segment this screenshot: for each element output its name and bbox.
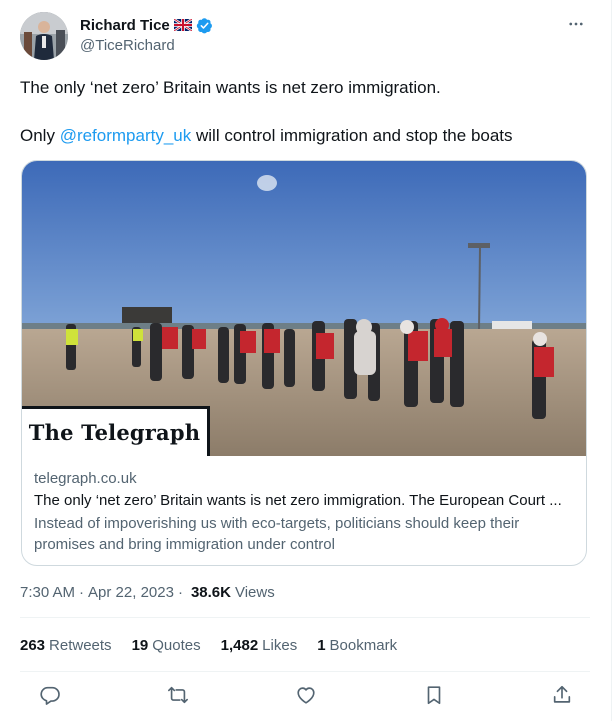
tweet-detail: Richard Tice @TiceRichard The only ‘net …	[0, 0, 612, 721]
tweet-line-2: Only @reformparty_uk will control immigr…	[20, 124, 590, 148]
retweets-count: 263	[20, 636, 46, 654]
reply-icon	[40, 686, 60, 705]
like-button[interactable]	[286, 680, 326, 710]
bookmarks-label: Bookmark	[329, 636, 398, 654]
tweet-line-2-prefix: Only	[20, 126, 60, 145]
retweet-button[interactable]	[158, 680, 198, 710]
tweet-text: The only ‘net zero’ Britain wants is net…	[20, 76, 590, 148]
bookmark-button[interactable]	[414, 680, 454, 710]
timestamp-time[interactable]: 7:30 AM	[20, 584, 75, 601]
divider	[20, 671, 590, 672]
views-label: Views	[234, 583, 275, 601]
separator: ·	[177, 583, 183, 601]
likes-count: 1,482	[220, 636, 259, 654]
tweet-line-1: The only ‘net zero’ Britain wants is net…	[20, 78, 441, 97]
bookmark-icon	[427, 686, 441, 705]
likes-stat[interactable]: 1,482 Likes	[221, 637, 298, 654]
union-jack-flag-icon	[173, 19, 192, 31]
publication-label: The Telegraph	[22, 406, 210, 456]
heart-icon	[297, 687, 315, 704]
card-domain: telegraph.co.uk	[34, 470, 137, 487]
share-icon	[553, 685, 571, 703]
engagement-stats: 263 Retweets 19 Quotes 1,482 Likes 1 Boo…	[20, 632, 417, 658]
timestamp-row: 7:30 AM · Apr 22, 2023 · 38.6K Views	[20, 581, 275, 603]
quotes-label: Quotes	[152, 636, 201, 654]
timestamp-date[interactable]: Apr 22, 2023	[88, 584, 174, 601]
bookmarks-count: 1	[317, 636, 326, 654]
retweet-icon	[168, 686, 188, 704]
separator: ·	[79, 583, 85, 601]
link-card[interactable]: The Telegraph telegraph.co.uk The only ‘…	[21, 160, 587, 566]
retweets-label: Retweets	[49, 636, 112, 654]
mention-link[interactable]: @reformparty_uk	[60, 126, 192, 145]
display-name[interactable]: Richard Tice	[80, 17, 170, 34]
card-image[interactable]: The Telegraph	[22, 161, 586, 456]
publication-label-text: The Telegraph	[28, 420, 201, 445]
bookmarks-stat[interactable]: 1 Bookmark	[317, 637, 397, 654]
card-title: The only ‘net zero’ Britain wants is net…	[34, 492, 562, 509]
likes-label: Likes	[262, 636, 298, 654]
quotes-stat[interactable]: 19 Quotes	[132, 637, 201, 654]
tweet-line-2-suffix: will control immigration and stop the bo…	[191, 126, 513, 145]
divider	[20, 617, 590, 618]
verified-badge-icon[interactable]	[196, 17, 213, 34]
avatar[interactable]	[20, 12, 68, 60]
handle[interactable]: @TiceRichard	[80, 37, 213, 54]
retweets-stat[interactable]: 263 Retweets	[20, 637, 112, 654]
card-description: Instead of impoverishing us with eco-tar…	[34, 515, 520, 553]
quotes-count: 19	[131, 636, 149, 654]
views-count: 38.6K	[190, 583, 231, 601]
more-options-icon[interactable]	[566, 14, 586, 34]
reply-button[interactable]	[30, 680, 70, 710]
share-button[interactable]	[542, 680, 582, 710]
tweet-header: Richard Tice @TiceRichard	[20, 12, 592, 62]
card-meta: telegraph.co.uk The only ‘net zero’ Brit…	[22, 456, 586, 555]
action-bar	[30, 680, 582, 710]
